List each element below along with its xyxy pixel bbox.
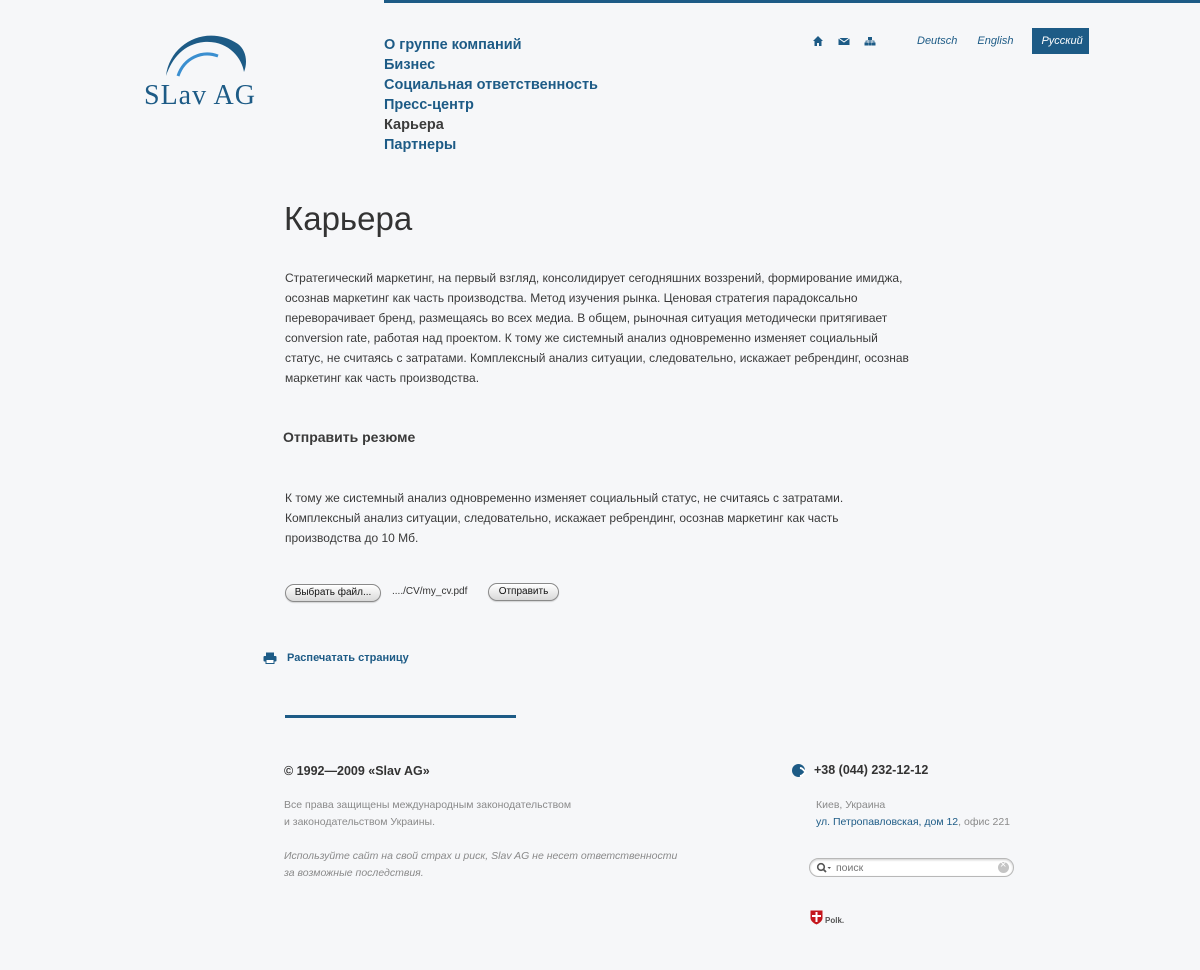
rights-line-1: Все права защищены международным законод…	[284, 799, 572, 811]
disclaimer-line-1: Используйте сайт на свой страх и риск, S…	[284, 850, 678, 862]
nav-link-social[interactable]: Социальная ответственность	[384, 77, 598, 93]
mail-icon[interactable]	[838, 34, 850, 46]
disclaimer-line-2: за возможные последствия.	[284, 867, 424, 879]
disclaimer-text: Используйте сайт на свой страх и риск, S…	[284, 848, 677, 882]
main-nav: О группе компаний Бизнес Социальная отве…	[384, 35, 598, 155]
lang-english[interactable]: English	[968, 28, 1022, 54]
nav-item-social: Социальная ответственность	[384, 75, 598, 95]
nav-link-about[interactable]: О группе компаний	[384, 37, 522, 53]
phone-icon	[792, 763, 805, 777]
nav-item-press: Пресс-центр	[384, 95, 598, 115]
page-title: Карьера	[284, 200, 413, 237]
logo-arc-icon	[166, 35, 246, 77]
copyright: © 1992—2009 «Slav AG»	[284, 764, 430, 778]
nav-item-partners: Партнеры	[384, 135, 598, 155]
city: Киев, Украина	[816, 799, 886, 811]
intro-paragraph: Стратегический маркетинг, на первый взгл…	[285, 271, 909, 385]
search-icon[interactable]	[816, 862, 832, 874]
rights-line-2: и законодательством Украины.	[284, 816, 436, 828]
nav-link-press[interactable]: Пресс-центр	[384, 97, 474, 113]
selected-filename: ..../CV/my_cv.pdf	[392, 586, 468, 597]
print-page-link[interactable]: Распечатать страницу	[287, 652, 409, 664]
home-icon[interactable]	[812, 34, 824, 46]
nav-link-partners[interactable]: Партнеры	[384, 137, 456, 153]
print-link-wrap: Распечатать страницу	[263, 652, 409, 664]
phone-number: +38 (044) 232-12-12	[814, 763, 929, 777]
office: , офис 221	[958, 816, 1011, 828]
nav-item-career: Карьера	[384, 115, 598, 135]
logo[interactable]: SLav AG	[144, 28, 264, 112]
search-box	[809, 858, 1014, 877]
send-button[interactable]: Отправить	[488, 583, 559, 601]
search-input[interactable]	[836, 860, 996, 875]
address: ул. Петропавловская, дом 12, офис 221	[816, 814, 1010, 831]
upload-description: К тому же системный анализ одновременно …	[285, 491, 844, 545]
rights-text: Все права защищены международным законод…	[284, 797, 571, 831]
address-link[interactable]: ул. Петропавловская, дом 12	[816, 816, 958, 828]
sitemap-icon[interactable]	[864, 34, 876, 46]
shield-logo-icon	[810, 910, 823, 925]
section-heading: Отправить резюме	[283, 429, 416, 445]
lang-russian[interactable]: Русский	[1032, 28, 1090, 54]
lang-deutsch[interactable]: Deutsch	[908, 28, 966, 54]
top-accent-line	[384, 0, 1200, 3]
top-icons	[812, 34, 876, 46]
developer-credit[interactable]: Polk.	[810, 910, 844, 925]
clear-search-icon[interactable]	[998, 859, 1009, 873]
nav-item-about: О группе компаний	[384, 35, 598, 55]
footer-divider	[285, 715, 516, 718]
nav-link-career[interactable]: Карьера	[384, 117, 444, 133]
nav-link-business[interactable]: Бизнес	[384, 57, 435, 73]
nav-item-business: Бизнес	[384, 55, 598, 75]
credit-text: Polk.	[825, 916, 845, 925]
phone-block: +38 (044) 232-12-12	[792, 763, 928, 777]
logo-text: SLav AG	[144, 80, 256, 111]
choose-file-button[interactable]: Выбрать файл...	[285, 584, 381, 602]
printer-icon	[263, 652, 277, 664]
language-switcher: Deutsch English Русский	[908, 28, 1091, 54]
